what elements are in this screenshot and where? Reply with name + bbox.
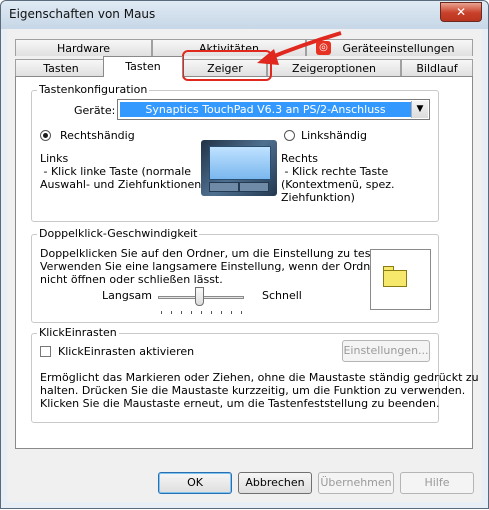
cancel-button[interactable]: Abbrechen bbox=[238, 472, 312, 494]
device-select-value: Synaptics TouchPad V6.3 an PS/2-Anschlus… bbox=[120, 102, 411, 117]
group-title: KlickEinrasten bbox=[37, 326, 119, 339]
group-title: Tastenkonfiguration bbox=[37, 83, 150, 96]
right-desc-2: (Kontextmenü, spez. bbox=[281, 178, 395, 191]
slider-tick bbox=[211, 311, 212, 314]
touchpad-surface bbox=[209, 146, 271, 180]
right-handed-radio[interactable] bbox=[40, 130, 51, 141]
tab-tasten-1[interactable]: Tasten bbox=[15, 59, 107, 76]
slider-tick bbox=[161, 311, 162, 314]
slider-tick bbox=[221, 311, 222, 314]
click-lock-checkbox[interactable] bbox=[40, 346, 51, 357]
slider-tick bbox=[241, 311, 242, 314]
click-lock-checkbox-label: KlickEinrasten aktivieren bbox=[58, 345, 195, 358]
slider-slow-label: Langsam bbox=[102, 289, 153, 302]
right-desc-3: Ziehfunktion) bbox=[281, 191, 355, 204]
touchpad-icon bbox=[201, 140, 277, 196]
title-bar: Eigenschaften von Maus ✕ bbox=[1, 1, 488, 29]
device-label: Geräte: bbox=[74, 104, 116, 117]
slider-tick bbox=[201, 311, 202, 314]
click-lock-desc-1: Ermöglicht das Markieren oder Ziehen, oh… bbox=[40, 371, 479, 384]
slider-tick bbox=[231, 311, 232, 314]
close-icon: ✕ bbox=[455, 5, 467, 19]
tab-hardware[interactable]: Hardware bbox=[15, 39, 152, 56]
tab-label: Geräteeinstellungen bbox=[342, 42, 455, 55]
left-desc-1: - Klick linke Taste (normale bbox=[40, 165, 192, 178]
tab-zeigeroptionen[interactable]: Zeigeroptionen bbox=[267, 59, 401, 76]
slider-tick bbox=[191, 311, 192, 314]
window-title: Eigenschaften von Maus bbox=[9, 7, 156, 21]
slider-tick bbox=[171, 311, 172, 314]
help-button[interactable]: Hilfe bbox=[400, 472, 474, 494]
click-lock-desc-3: Klicken Sie die Maustaste erneut, um die… bbox=[40, 397, 440, 410]
right-heading: Rechts bbox=[281, 152, 318, 165]
chevron-down-icon[interactable]: ▼ bbox=[411, 101, 428, 118]
tab-bildlauf[interactable]: Bildlauf bbox=[401, 59, 473, 76]
device-settings-icon: ◎ bbox=[316, 41, 331, 55]
double-click-desc-3: nicht öffnen oder schließen lässt. bbox=[40, 273, 223, 286]
close-button[interactable]: ✕ bbox=[440, 2, 482, 22]
tab-label: Tasten bbox=[43, 62, 79, 75]
slider-fast-label: Schnell bbox=[262, 289, 302, 302]
test-folder-button[interactable] bbox=[370, 249, 431, 310]
zeiger-highlight-frame bbox=[182, 50, 272, 81]
left-desc-2: Auswahl- und Ziehfunktionen) bbox=[40, 178, 206, 191]
left-handed-radio[interactable] bbox=[284, 130, 295, 141]
group-title: Doppelklick-Geschwindigkeit bbox=[37, 227, 200, 240]
tab-label: Zeigeroptionen bbox=[292, 62, 376, 75]
left-handed-label: Linkshändig bbox=[301, 129, 367, 142]
tab-label: Tasten bbox=[125, 60, 161, 73]
touchpad-left-button bbox=[209, 182, 239, 192]
ok-button[interactable]: OK bbox=[158, 472, 232, 494]
tab-geraeteeinstellungen[interactable]: Geräteeinstellungen bbox=[306, 39, 473, 56]
tab-label: Bildlauf bbox=[416, 62, 458, 75]
click-lock-settings-button[interactable]: Einstellungen... bbox=[342, 340, 430, 362]
left-heading: Links bbox=[40, 152, 69, 165]
right-desc-1: - Klick rechte Taste bbox=[281, 165, 389, 178]
tab-label: Hardware bbox=[56, 42, 111, 55]
mouse-properties-dialog: Eigenschaften von Maus ✕ Hardware Aktivi… bbox=[0, 0, 489, 509]
slider-tick bbox=[181, 311, 182, 314]
right-handed-label: Rechtshändig bbox=[60, 129, 135, 142]
tab-tasten-active[interactable]: Tasten bbox=[103, 56, 183, 77]
double-click-desc-2: Verwenden Sie eine langsamere Einstellun… bbox=[40, 260, 407, 273]
touchpad-right-button bbox=[239, 182, 269, 192]
double-click-desc-1: Doppelklicken Sie auf den Ordner, um die… bbox=[40, 247, 392, 260]
click-lock-desc-2: halten. Drücken Sie die Maustaste kurzze… bbox=[40, 384, 466, 397]
device-select[interactable]: Synaptics TouchPad V6.3 an PS/2-Anschlus… bbox=[117, 99, 430, 120]
double-click-speed-slider[interactable] bbox=[195, 287, 204, 306]
apply-button[interactable]: Übernehmen bbox=[318, 472, 394, 494]
folder-icon bbox=[383, 270, 407, 287]
